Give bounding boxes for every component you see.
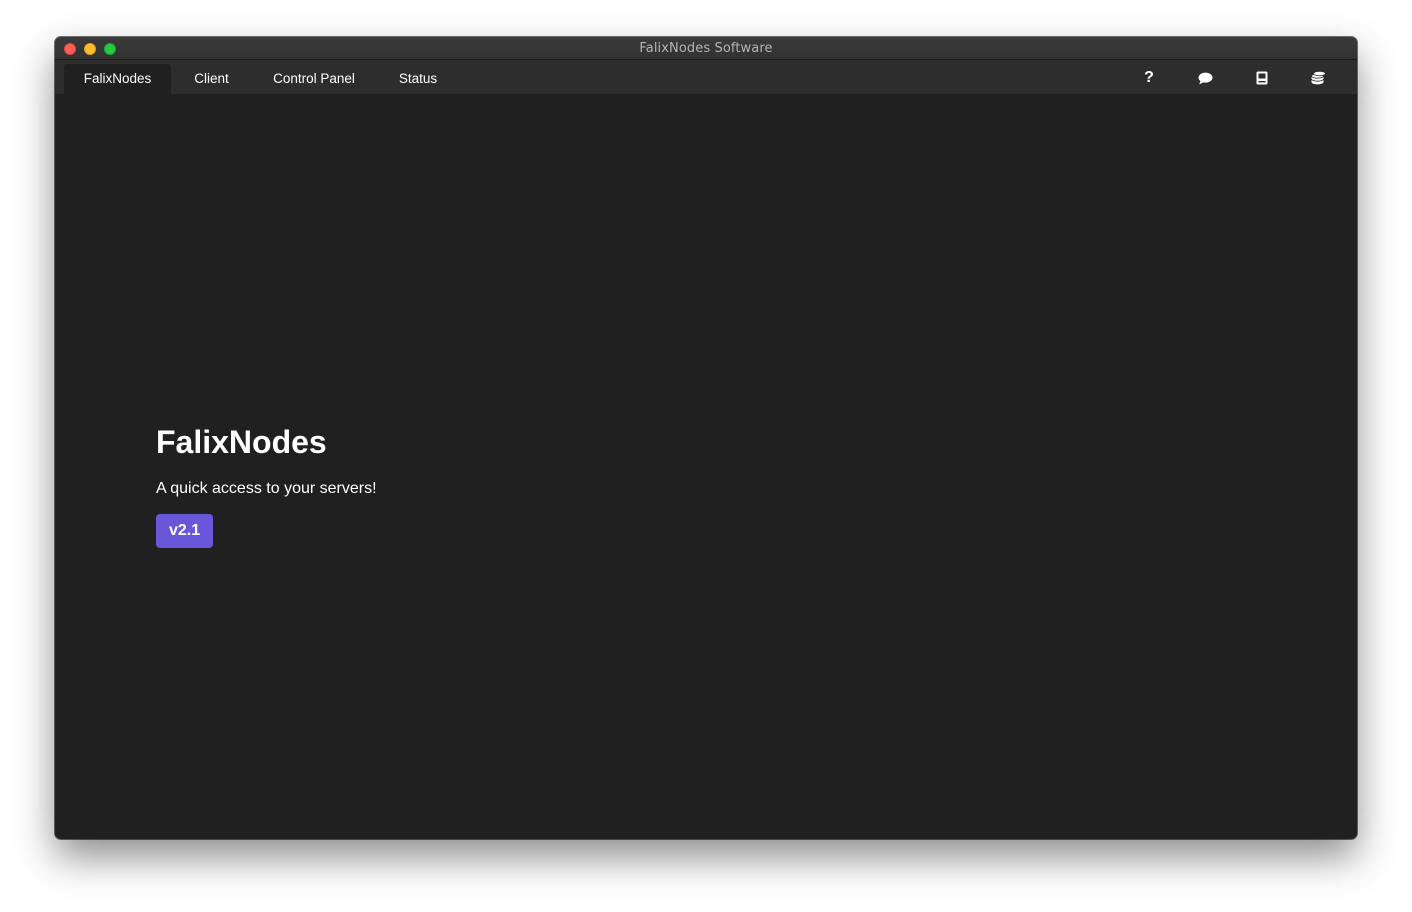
chat-icon[interactable]	[1195, 68, 1215, 88]
page-title: FalixNodes	[156, 424, 327, 460]
app-window: FalixNodes Software FalixNodes Client Co…	[55, 37, 1357, 839]
hero-section: FalixNodes A quick access to your server…	[156, 422, 377, 548]
top-navbar: FalixNodes Client Control Panel Status ?	[55, 60, 1357, 94]
page-subtitle: A quick access to your servers!	[156, 480, 377, 497]
window-title: FalixNodes Software	[639, 41, 773, 56]
version-badge: v2.1	[156, 514, 214, 548]
book-icon[interactable]	[1252, 68, 1272, 88]
tab-status[interactable]: Status	[385, 64, 451, 94]
title-bar[interactable]: FalixNodes Software	[55, 37, 1357, 60]
tab-control-panel[interactable]: Control Panel	[262, 64, 366, 94]
help-icon[interactable]: ?	[1139, 68, 1159, 88]
tab-falixnodes[interactable]: FalixNodes	[64, 64, 171, 94]
database-icon[interactable]	[1309, 68, 1329, 88]
tab-client[interactable]: Client	[180, 64, 243, 94]
